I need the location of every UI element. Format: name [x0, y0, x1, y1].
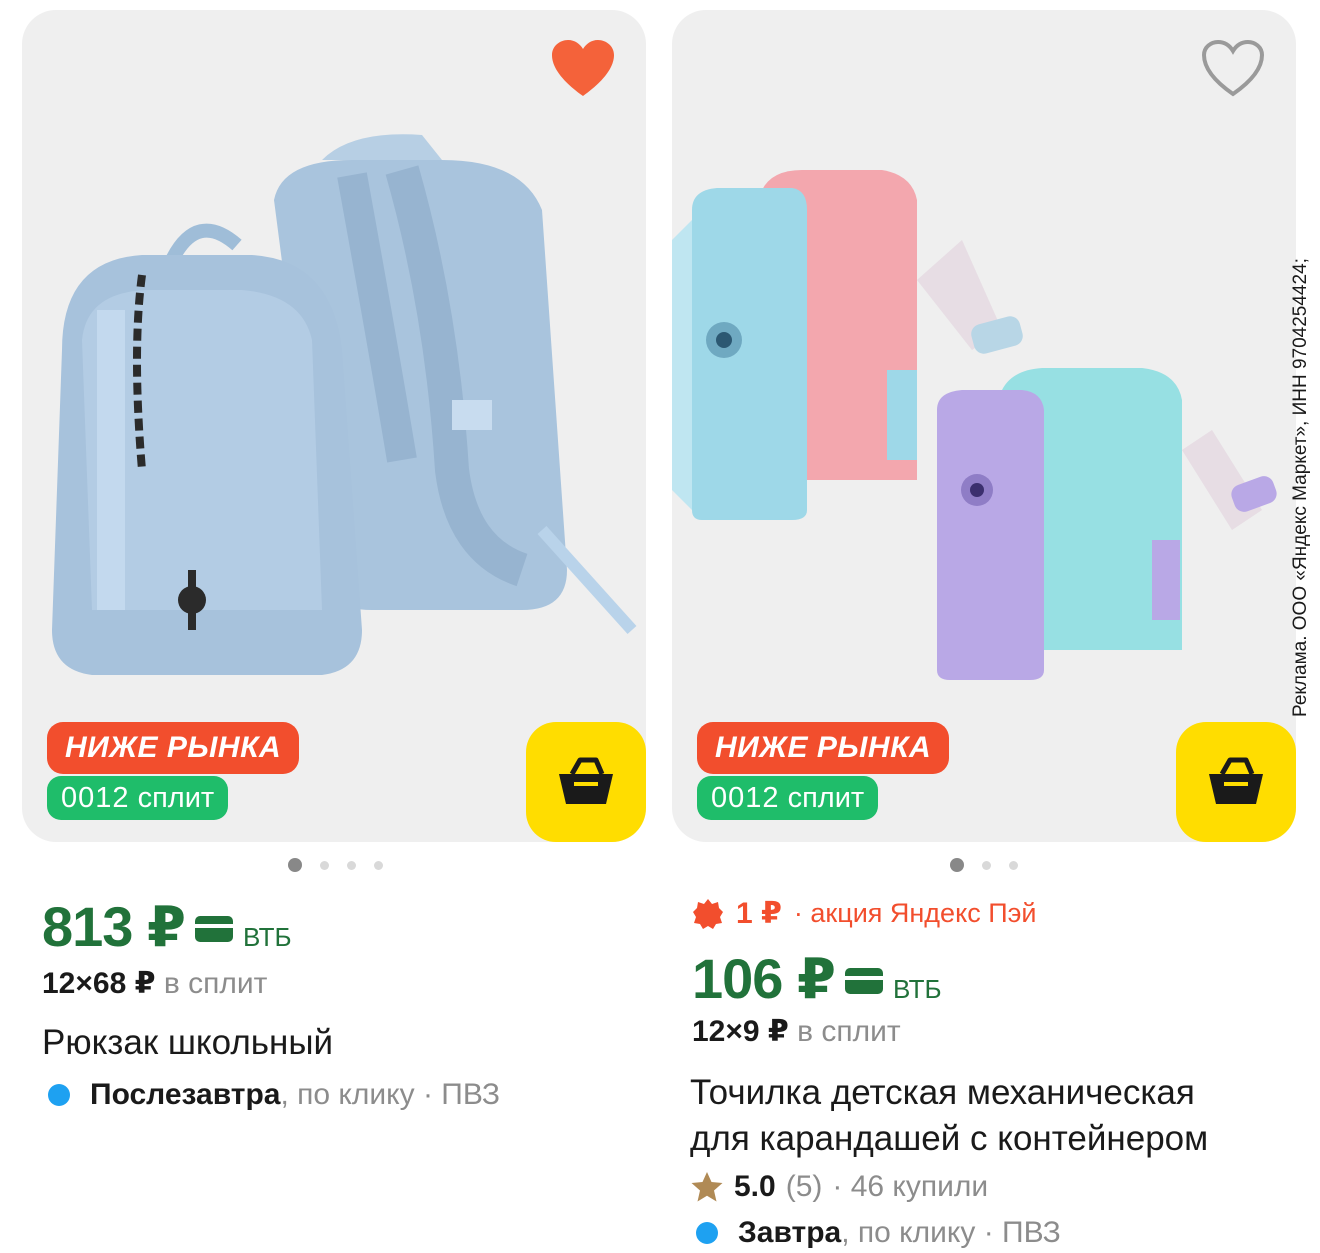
product-title-line1: Точилка детская механическая: [690, 1073, 1195, 1112]
add-to-cart-button[interactable]: [1176, 722, 1296, 842]
delivery-details: , по клику · ПВЗ: [280, 1078, 500, 1111]
product-image-backpack[interactable]: НИЖЕ РЫНКА 0012 сплит: [22, 10, 646, 842]
split-amount: 12×9 ₽: [692, 1015, 789, 1048]
add-to-cart-button[interactable]: [526, 722, 646, 842]
pager-dot[interactable]: [1009, 860, 1018, 870]
promo-burst-icon: [693, 898, 723, 929]
price: 106 ₽: [692, 947, 836, 1010]
below-market-badge: НИЖЕ РЫНКА: [697, 722, 950, 774]
card-icon: [844, 968, 883, 994]
promo-line[interactable]: 1 ₽ · акция Яндекс Пэй: [692, 896, 1036, 931]
bank-name: ВТБ: [242, 922, 292, 952]
card-icon: [194, 916, 233, 942]
pager-dot[interactable]: [950, 858, 964, 872]
split-suffix: в сплит: [797, 1015, 901, 1048]
split-badge-prefix: 0012: [711, 782, 780, 814]
delivery-day: Послезавтра: [90, 1078, 281, 1111]
rating-score: 5.0: [734, 1170, 776, 1203]
product-title[interactable]: Точилка детская механическая для каранда…: [690, 1070, 1208, 1162]
price-row: 813 ₽ ВТБ: [42, 894, 292, 960]
promo-amount: 1 ₽: [736, 897, 782, 930]
split-badge: 0012 сплит: [47, 776, 229, 820]
heart-filled-icon[interactable]: [550, 38, 616, 100]
split-badge-label: сплит: [137, 782, 215, 814]
image-pager[interactable]: [950, 858, 1018, 872]
delivery-dot-icon: [696, 1222, 718, 1244]
cart-icon: [559, 757, 613, 804]
split-badge: 0012 сплит: [697, 776, 879, 820]
delivery-info: Послезавтра , по клику · ПВЗ: [48, 1078, 500, 1112]
split-badge-prefix: 0012: [61, 782, 130, 814]
rating-count: (5): [785, 1170, 823, 1203]
split-amount: 12×68 ₽: [42, 967, 156, 1000]
product-card-sharpener[interactable]: НИЖЕ РЫНКА 0012 сплит 1 ₽ · акция Яндекс…: [672, 10, 1296, 1249]
split-badge-label: сплит: [787, 782, 865, 814]
price: 813 ₽: [42, 895, 186, 958]
below-market-badge: НИЖЕ РЫНКА: [47, 722, 300, 774]
delivery-info: Завтра , по клику · ПВЗ: [696, 1216, 1061, 1250]
pager-dot[interactable]: [982, 860, 991, 870]
bank-name: ВТБ: [892, 974, 942, 1004]
promo-text: · акция Яндекс Пэй: [793, 898, 1037, 928]
pager-dot[interactable]: [347, 860, 356, 870]
bought-count: · 46 купили: [832, 1170, 989, 1203]
product-image-sharpener[interactable]: НИЖЕ РЫНКА 0012 сплит: [672, 10, 1296, 842]
delivery-dot-icon: [48, 1084, 70, 1106]
split-payment: 12×68 ₽ в сплит: [42, 966, 267, 1001]
split-suffix: в сплит: [163, 967, 268, 1000]
product-title-line2: для карандашей с контейнером: [690, 1119, 1209, 1158]
product-card-backpack[interactable]: НИЖЕ РЫНКА 0012 сплит 813 ₽ ВТБ 12×68 ₽ …: [22, 10, 646, 1111]
pager-dot[interactable]: [374, 860, 383, 870]
image-pager[interactable]: [288, 858, 383, 872]
pager-dot[interactable]: [320, 860, 329, 870]
backpack-image: [52, 134, 637, 675]
delivery-details: , по клику · ПВЗ: [841, 1216, 1061, 1249]
sharpener-image: [672, 170, 1277, 680]
ad-disclaimer: Реклама. ООО «Яндекс Маркет», ИНН 970425…: [1290, 258, 1311, 717]
star-icon: [691, 1172, 723, 1202]
split-payment: 12×9 ₽ в сплит: [692, 1014, 901, 1049]
price-row: 106 ₽ ВТБ: [692, 946, 942, 1012]
pager-dot[interactable]: [288, 858, 302, 872]
delivery-day: Завтра: [738, 1216, 842, 1249]
heart-outline-icon[interactable]: [1200, 38, 1266, 100]
rating[interactable]: 5.0 (5) · 46 купили: [690, 1170, 988, 1204]
cart-icon: [1209, 757, 1263, 804]
product-title[interactable]: Рюкзак школьный: [42, 1020, 333, 1066]
